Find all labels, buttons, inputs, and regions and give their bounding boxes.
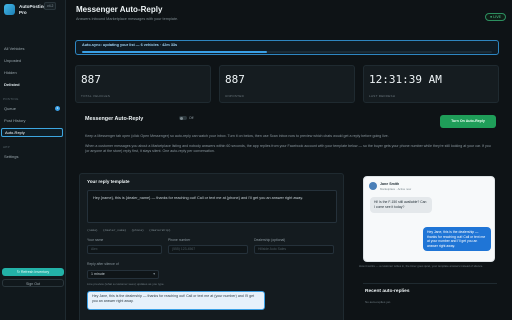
stat-value: 12:31:39 AM [369, 73, 442, 86]
autoreply-description: Keep a Messenger tab open (click Open Me… [85, 134, 389, 138]
dealership-input[interactable]: Hillside Auto Sales [254, 245, 334, 254]
auto-sync-banner: Auto-sync: updating your list — 6 vehicl… [75, 40, 499, 55]
sidebar-item-auto-reply[interactable]: Auto-Reply [1, 128, 63, 137]
sidebar-item-hidden[interactable]: Hidden [1, 68, 63, 77]
sync-progress-fill [82, 51, 267, 53]
token-phone[interactable]: {phone} [131, 228, 144, 232]
stat-value: 887 [225, 73, 245, 86]
incoming-message-bubble: Hi! Is the F-150 still available? Can I … [370, 197, 432, 213]
chevron-down-icon: ▾ [153, 272, 155, 276]
queue-count-badge: 3 [55, 106, 60, 111]
toggle-label: Off [189, 116, 194, 120]
autoreply-section-title: Messenger Auto-Reply [85, 116, 144, 122]
your-name-label: Your name [87, 238, 104, 242]
outgoing-message-bubble: Hey Jane, this is the dealership — thank… [423, 227, 491, 251]
stat-label: LAST REFRESH [369, 94, 396, 98]
sidebar: AutoPosting Pro v4.2 All Vehicles Unpost… [0, 0, 66, 320]
version-badge: v4.2 [44, 2, 57, 10]
recent-replies-empty: No auto-replies yet. [365, 300, 392, 304]
sidebar-item-label: Queue [4, 106, 17, 111]
autoreply-toggle[interactable]: Off [179, 116, 193, 120]
toggle-track[interactable] [179, 116, 187, 120]
refresh-inventory-button[interactable]: ↻ Refresh Inventory [2, 268, 64, 276]
avatar [369, 182, 377, 190]
chat-footnote: How it works — a customer writes in, the… [359, 264, 484, 268]
token-dealership[interactable]: {dealership} [149, 228, 171, 232]
reply-delay-select[interactable]: 1 minute ▾ [87, 270, 159, 279]
token-name[interactable]: {name} [87, 228, 98, 232]
nav-section-posting: POSTING [3, 97, 19, 101]
nav-section-app: APP [3, 145, 10, 149]
phone-label: Phone number [168, 238, 191, 242]
template-tokens: {name} {dealer_name} {phone} {dealership… [87, 228, 171, 232]
sync-status-text: Auto-sync: updating your list — 6 vehicl… [82, 43, 178, 47]
main-content: Messenger Auto-Reply Answers inbound Mar… [67, 0, 512, 320]
turn-on-autoreply-button[interactable]: Turn On Auto-Reply [440, 115, 496, 128]
sync-progress-track [82, 51, 492, 53]
token-dealer-name[interactable]: {dealer_name} [103, 228, 126, 232]
stat-value: 887 [81, 73, 101, 86]
sidebar-item-unposted[interactable]: Unposted [1, 56, 63, 65]
autoreply-explanation: When a customer messages you about a Mar… [85, 144, 491, 154]
chat-contact-status: Marketplace · Active now [380, 187, 412, 191]
page-subtitle: Answers inbound Marketplace messages wit… [76, 17, 179, 21]
chat-contact-name: Jane Smith [380, 182, 400, 186]
live-status-badge: ● LIVE [485, 13, 506, 21]
sidebar-item-all-vehicles[interactable]: All Vehicles [1, 44, 63, 53]
phone-input[interactable]: (555) 123-4567 [168, 245, 248, 254]
stat-card-unposted: 887 UNPOSTED [219, 65, 355, 103]
template-preview: Hey Jane, this is the dealership — thank… [87, 291, 265, 310]
page-title: Messenger Auto-Reply [76, 5, 163, 14]
sidebar-item-settings[interactable]: Settings [1, 152, 63, 161]
toggle-knob [179, 116, 183, 120]
stat-card-total: 887 TOTAL VEHICLES [75, 65, 211, 103]
recent-replies-panel: Recent auto-replies No auto-replies yet. [363, 283, 497, 320]
reply-after-label: Reply after silence of [87, 262, 119, 266]
stat-label: TOTAL VEHICLES [81, 94, 111, 98]
reply-delay-value: 1 minute [91, 272, 105, 276]
sign-out-button[interactable]: Sign Out [2, 279, 64, 287]
preview-hint: Line preview (what a customer sees) upda… [87, 282, 165, 286]
reply-template-panel: Your reply template Hey {name}, this is … [79, 173, 344, 320]
app-name: AutoPosting Pro [19, 4, 47, 15]
recent-replies-title: Recent auto-replies [365, 289, 410, 294]
your-name-input[interactable]: Alex [87, 245, 162, 254]
sidebar-item-post-history[interactable]: Post History [1, 116, 63, 125]
app-logo-icon [4, 4, 15, 15]
reply-template-textarea[interactable]: Hey {name}, this is {dealer_name} — than… [87, 190, 337, 223]
dealership-label: Dealership (optional) [254, 238, 286, 242]
stat-card-last-refresh: 12:31:39 AM LAST REFRESH [363, 65, 499, 103]
sidebar-item-queue[interactable]: Queue 3 [1, 104, 63, 113]
template-title: Your reply template [87, 179, 130, 184]
stat-label: UNPOSTED [225, 94, 245, 98]
chat-preview-card: Jane Smith Marketplace · Active now Hi! … [363, 176, 495, 262]
brand: AutoPosting Pro [4, 4, 47, 16]
sidebar-item-delisted[interactable]: Delisted [1, 80, 63, 89]
